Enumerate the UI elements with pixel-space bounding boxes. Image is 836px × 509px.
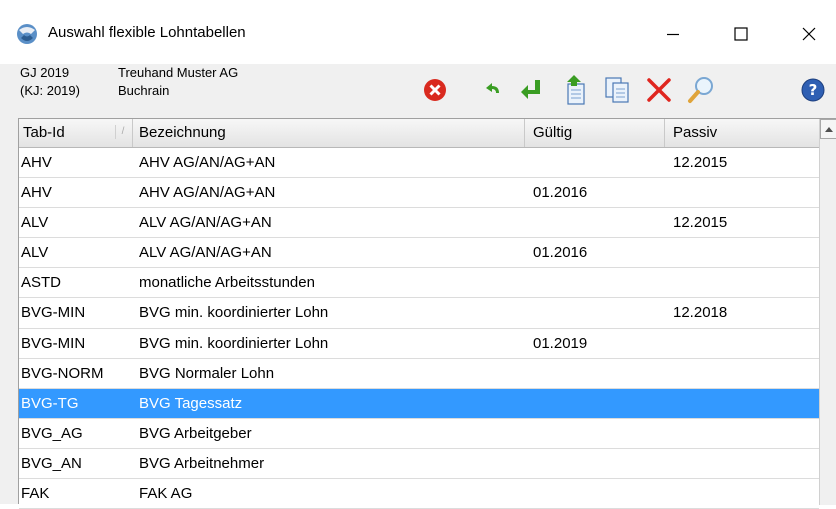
cell-bezeichnung: BVG min. koordinierter Lohn xyxy=(139,334,329,352)
search-icon xyxy=(688,77,713,103)
search-button[interactable] xyxy=(684,72,718,108)
export-button[interactable] xyxy=(558,72,592,108)
cell-bezeichnung: BVG Arbeitgeber xyxy=(139,424,252,442)
help-icon: ? xyxy=(801,78,825,102)
table-body: AHV AHV AG/AN/AG+AN 12.2015 AHV AHV AG/AN/AG… xyxy=(19,148,819,509)
header-tab-id[interactable]: Tab-Id / xyxy=(19,119,133,147)
table-row[interactable]: BVG_AG BVG Arbeitgeber xyxy=(19,419,819,449)
cell-gueltig: 01.2016 xyxy=(533,184,588,202)
table-row[interactable]: BVG-NORM BVG Normaler Lohn xyxy=(19,359,819,389)
scroll-up-icon xyxy=(824,127,833,132)
cell-tab-id: AHV xyxy=(21,184,52,202)
cell-passiv: 12.2015 xyxy=(673,154,728,171)
cell-bezeichnung: AHV AG/AN/AG+AN xyxy=(139,184,276,202)
table-row[interactable]: FAK FAK AG xyxy=(19,479,819,509)
table-row[interactable]: ALV ALV AG/AN/AG+AN 12.2015 xyxy=(19,208,819,239)
cell-passiv: 12.2018 xyxy=(673,304,728,322)
table-row[interactable]: BVG-TG BVG Tagessatz xyxy=(19,388,819,419)
close-window-button[interactable] xyxy=(784,14,834,54)
cell-gueltig: 01.2019 xyxy=(533,334,588,352)
window-title: Auswahl flexible Lohntabellen xyxy=(48,24,246,41)
cell-bezeichnung: ALV AG/AN/AG+AN xyxy=(139,244,272,262)
copy-button[interactable] xyxy=(600,72,634,108)
main-window: Auswahl flexible Lohntabellen GJ 2019 (K… xyxy=(0,0,836,509)
company-info: Treuhand Muster AG Buchrain xyxy=(118,64,238,100)
kj-label: (KJ: 2019) xyxy=(20,83,80,98)
delete-icon xyxy=(647,78,671,102)
maximize-icon xyxy=(734,27,748,41)
header-gueltig[interactable]: Gültig xyxy=(525,119,665,147)
cell-bezeichnung: BVG Tagessatz xyxy=(139,394,243,412)
cell-tab-id: ALV xyxy=(21,214,49,232)
cell-tab-id: BVG_AG xyxy=(21,424,83,442)
copy-icon xyxy=(605,77,629,103)
cell-tab-id: BVG-MIN xyxy=(21,304,86,322)
export-icon xyxy=(567,75,585,105)
enter-arrow-icon xyxy=(521,80,540,99)
table-header: Tab-Id / Bezeichnung Gültig Passiv xyxy=(19,119,819,148)
cell-bezeichnung: monatliche Arbeitsstunden xyxy=(139,274,315,292)
company-name: Treuhand Muster AG xyxy=(118,65,239,80)
cell-tab-id: BVG-NORM xyxy=(21,364,104,382)
cell-tab-id: AHV xyxy=(21,154,52,171)
header-bar: GJ 2019 (KJ: 2019) Treuhand Muster AG Bu… xyxy=(0,64,836,114)
close-red-icon xyxy=(424,79,446,101)
scroll-up-button[interactable] xyxy=(820,119,836,139)
table-row[interactable]: BVG-MIN BVG min. koordinierter Lohn 01.201… xyxy=(19,329,819,359)
cell-bezeichnung: AHV AG/AN/AG+AN xyxy=(139,154,276,171)
vertical-scrollbar[interactable] xyxy=(819,119,836,505)
delete-button[interactable] xyxy=(642,72,676,108)
table-row[interactable]: AHV AHV AG/AN/AG+AN 12.2015 xyxy=(19,148,819,179)
table-row[interactable]: BVG_AN BVG Arbeitnehmer xyxy=(19,449,819,480)
close-icon xyxy=(802,27,816,41)
header-bezeichnung[interactable]: Bezeichnung xyxy=(133,119,525,147)
fiscal-year-info: GJ 2019 (KJ: 2019) xyxy=(20,64,80,100)
table-row[interactable]: AHV AHV AG/AN/AG+AN 01.2016 xyxy=(19,178,819,209)
undo-arrow-icon xyxy=(486,83,499,93)
undo-button[interactable] xyxy=(476,72,510,108)
minimize-icon xyxy=(667,33,679,36)
company-location: Buchrain xyxy=(118,83,170,98)
header-tab-id-label: Tab-Id xyxy=(23,124,65,141)
cell-tab-id: BVG-MIN xyxy=(21,334,86,352)
cell-tab-id: ASTD xyxy=(21,274,62,292)
table-row[interactable]: ALV ALV AG/AN/AG+AN 01.2016 xyxy=(19,238,819,269)
help-button[interactable]: ? xyxy=(796,72,830,108)
lohntabellen-table[interactable]: Tab-Id / Bezeichnung Gültig Passiv AHV AH… xyxy=(18,118,836,509)
apply-button[interactable] xyxy=(514,72,548,108)
maximize-button[interactable] xyxy=(716,14,766,54)
cell-bezeichnung: BVG Normaler Lohn xyxy=(139,364,275,382)
cancel-button[interactable] xyxy=(418,72,452,108)
header-passiv[interactable]: Passiv xyxy=(665,119,819,147)
cell-tab-id: ALV xyxy=(21,244,49,262)
table-row[interactable]: BVG-MIN BVG min. koordinierter Lohn 12.201… xyxy=(19,298,819,329)
cell-passiv: 12.2015 xyxy=(673,214,728,232)
cell-tab-id: BVG_AN xyxy=(21,454,82,472)
app-logo-icon xyxy=(14,22,40,46)
cell-bezeichnung: ALV AG/AN/AG+AN xyxy=(139,214,272,232)
table-row[interactable]: ASTD monatliche Arbeitsstunden xyxy=(19,268,819,299)
gj-label: GJ 2019 xyxy=(20,65,70,80)
minimize-button[interactable] xyxy=(648,14,698,54)
cell-bezeichnung: BVG Arbeitnehmer xyxy=(139,454,265,472)
cell-bezeichnung: BVG min. koordinierter Lohn xyxy=(139,304,329,322)
cell-gueltig: 01.2016 xyxy=(533,244,588,262)
sort-indicator-icon: / xyxy=(115,125,130,139)
svg-text:?: ? xyxy=(809,81,818,99)
cell-tab-id: BVG-TG xyxy=(21,394,79,412)
title-bar: Auswahl flexible Lohntabellen xyxy=(0,0,836,64)
